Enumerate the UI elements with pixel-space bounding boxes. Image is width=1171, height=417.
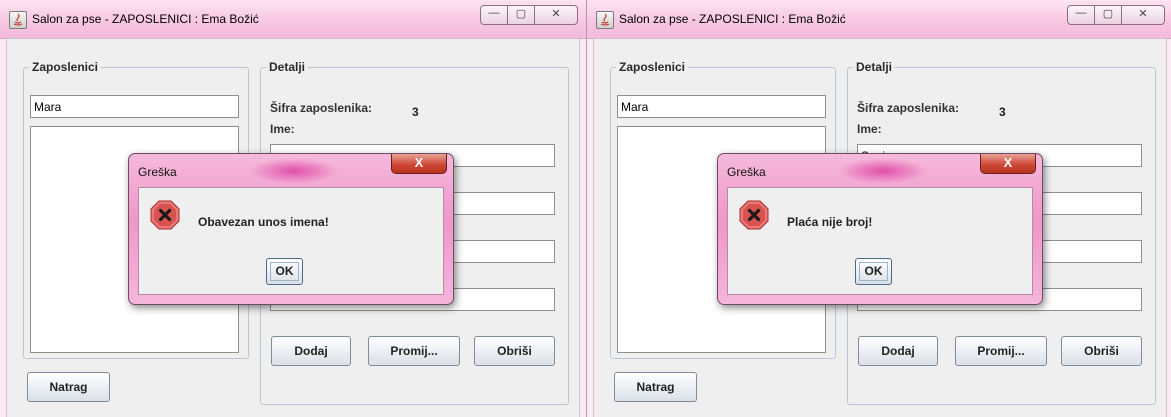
delete-button[interactable]: Obriši [1061,336,1142,366]
maximize-icon: ▢ [515,8,527,20]
close-icon: X [414,155,424,170]
employee-search-input[interactable] [617,95,826,118]
add-button[interactable]: Dodaj [271,336,351,366]
employees-window-2: Salon za pse - ZAPOSLENICI : Ema Božić —… [587,0,1171,417]
dialog-title: Greška [727,165,766,179]
employee-id-value: 3 [999,105,1006,119]
minimize-button[interactable]: — [1067,5,1095,25]
modify-button[interactable]: Promij... [368,336,460,366]
window-title: Salon za pse - ZAPOSLENICI : Ema Božić [619,12,846,26]
maximize-icon: ▢ [1102,8,1114,20]
maximize-button[interactable]: ▢ [1094,5,1122,25]
dialog-body: Plaća nije broj! OK [727,187,1033,295]
close-button[interactable]: ✕ [534,5,578,25]
name-label: Ime: [270,122,295,136]
add-button[interactable]: Dodaj [858,336,938,366]
back-button[interactable]: Natrag [27,372,110,402]
employees-group-title: Zaposlenici [32,60,99,74]
dialog-close-button[interactable]: X [980,154,1036,174]
employees-window-1: Salon za pse - ZAPOSLENICI : Ema Božić —… [0,0,586,417]
name-label: Ime: [857,122,882,136]
dialog-close-button[interactable]: X [391,154,447,174]
modify-button[interactable]: Promij... [955,336,1047,366]
dialog-message: Obavezan unos imena! [198,215,329,229]
ok-button[interactable]: OK [266,258,303,285]
java-app-icon [9,11,27,29]
employee-id-value: 3 [412,105,419,119]
dialog-title: Greška [138,165,177,179]
dialog-message: Plaća nije broj! [787,215,873,229]
java-app-icon [596,11,614,29]
ok-button-label: OK [864,264,883,278]
close-icon: ✕ [551,8,561,20]
back-button[interactable]: Natrag [614,372,697,402]
employee-id-label: Šifra zaposlenika: [270,101,373,115]
title-bar[interactable]: Salon za pse - ZAPOSLENICI : Ema Božić —… [0,0,586,39]
error-dialog: Greška X Obavezan unos imena! OK [128,153,454,305]
employee-search-input[interactable] [30,95,239,118]
error-icon [739,200,769,230]
ok-button-label: OK [275,264,294,278]
close-button[interactable]: ✕ [1121,5,1165,25]
employees-group-title: Zaposlenici [619,60,686,74]
maximize-button[interactable]: ▢ [507,5,535,25]
window-controls: — ▢ ✕ [1067,5,1165,25]
minimize-icon: — [1075,7,1087,19]
employee-id-label: Šifra zaposlenika: [857,101,960,115]
dialog-body: Obavezan unos imena! OK [138,187,444,295]
ok-button[interactable]: OK [855,258,892,285]
window-controls: — ▢ ✕ [480,5,578,25]
details-group-title: Detalji [856,60,893,74]
title-bar[interactable]: Salon za pse - ZAPOSLENICI : Ema Božić —… [587,0,1171,39]
error-dialog: Greška X Plaća nije broj! OK [717,153,1043,305]
minimize-icon: — [488,7,500,19]
details-group-title: Detalji [269,60,306,74]
minimize-button[interactable]: — [480,5,508,25]
delete-button[interactable]: Obriši [474,336,555,366]
close-icon: ✕ [1138,8,1148,20]
close-icon: X [1003,155,1013,170]
error-icon [150,200,180,230]
window-title: Salon za pse - ZAPOSLENICI : Ema Božić [32,12,259,26]
